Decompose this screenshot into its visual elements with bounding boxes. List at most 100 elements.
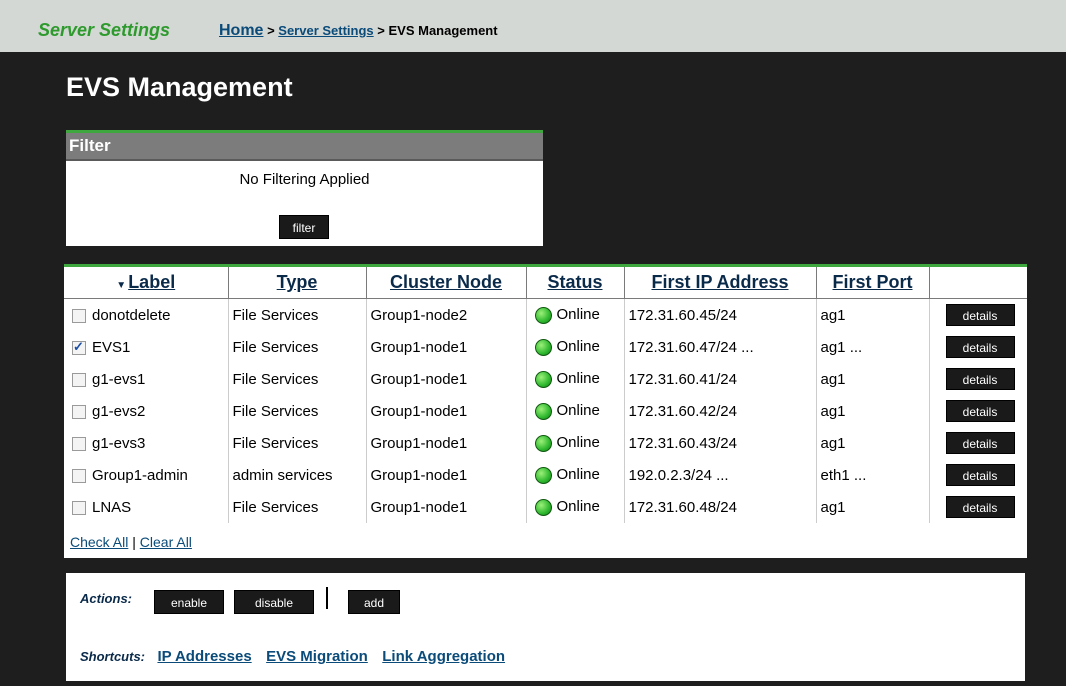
breadcrumb: Home > Server Settings > EVS Management (219, 22, 498, 40)
column-header-actions (929, 267, 1027, 299)
cell-status: Online (526, 459, 625, 491)
cell-type: File Services (228, 395, 367, 427)
top-bar: Server Settings Home > Server Settings >… (0, 0, 1066, 52)
filter-panel: Filter No Filtering Applied filter (66, 130, 543, 246)
cell-status: Online (526, 491, 625, 523)
status-text: Online (556, 370, 600, 388)
status-online-icon (534, 370, 552, 388)
details-button[interactable]: details (945, 400, 1015, 422)
column-header-first-ip[interactable]: First IP Address (624, 267, 817, 299)
cell-cluster-node: Group1-node1 (366, 363, 527, 395)
cell-actions: details (929, 395, 1027, 427)
cell-cluster-node: Group1-node1 (366, 459, 527, 491)
status-online-icon (534, 498, 552, 516)
shortcut-ip-addresses-link[interactable]: IP Addresses (157, 648, 251, 665)
status-text: Online (556, 498, 600, 516)
cell-first-port: ag1 ... (816, 331, 930, 363)
breadcrumb-current: EVS Management (388, 23, 498, 38)
evs-label: Group1-admin (92, 466, 188, 484)
status-online-icon (534, 466, 552, 484)
page-title: EVS Management (66, 72, 293, 102)
column-header-text: First IP Address (651, 272, 789, 292)
cell-first-ip: 172.31.60.48/24 (624, 491, 817, 523)
cell-label: donotdelete (64, 298, 229, 331)
column-header-first-port[interactable]: First Port (816, 267, 930, 299)
shortcuts-label: Shortcuts: (80, 649, 145, 664)
column-header-label[interactable]: ▼ Label (64, 267, 229, 299)
cell-actions: details (929, 299, 1027, 332)
cell-first-ip: 172.31.60.43/24 (624, 427, 817, 459)
cell-actions: details (929, 459, 1027, 491)
shortcut-link-aggregation-link[interactable]: Link Aggregation (382, 648, 505, 665)
cell-actions: details (929, 331, 1027, 363)
cell-first-port: ag1 (816, 298, 930, 331)
cell-type: File Services (228, 363, 367, 395)
enable-button[interactable]: enable (154, 590, 224, 614)
table-header-row: ▼ Label Type Cluster Node Status First IP… (64, 267, 1027, 299)
column-header-status[interactable]: Status (526, 267, 625, 299)
details-button[interactable]: details (945, 368, 1015, 390)
breadcrumb-server-settings-link[interactable]: Server Settings (278, 23, 373, 38)
table-row: g1-evs2 File Services Group1-node1 Online 17… (64, 395, 1027, 427)
cell-first-port: eth1 ... (816, 459, 930, 491)
actions-divider (326, 587, 328, 609)
cell-actions: details (929, 427, 1027, 459)
row-checkbox[interactable] (72, 436, 86, 451)
cell-actions: details (929, 363, 1027, 395)
check-all-link[interactable]: Check All (70, 534, 128, 550)
check-links-divider: | (128, 534, 140, 550)
row-checkbox[interactable] (72, 468, 86, 483)
actions-label: Actions: (80, 591, 132, 606)
actions-panel: Actions: enable disable add Shortcuts: I… (66, 573, 1025, 681)
clear-all-link[interactable]: Clear All (140, 534, 192, 550)
cell-first-port: ag1 (816, 363, 930, 395)
table-row: donotdelete File Services Group1-node2 Onli… (64, 298, 1027, 332)
column-header-type[interactable]: Type (228, 267, 367, 299)
details-button[interactable]: details (945, 496, 1015, 518)
details-button[interactable]: details (945, 336, 1015, 358)
cell-status: Online (526, 395, 625, 427)
sort-desc-icon: ▼ (116, 280, 127, 291)
evs-table-panel: ▼ Label Type Cluster Node Status First IP… (64, 264, 1027, 558)
row-checkbox[interactable] (72, 339, 86, 355)
cell-type: File Services (228, 491, 367, 523)
filter-button[interactable]: filter (279, 215, 329, 239)
cell-label: g1-evs1 (64, 363, 229, 395)
details-button[interactable]: details (945, 432, 1015, 454)
details-button[interactable]: details (945, 464, 1015, 486)
column-header-text: Label (128, 272, 176, 292)
status-online-icon (534, 402, 552, 420)
cell-cluster-node: Group1-node1 (366, 491, 527, 523)
column-header-text: Cluster Node (389, 272, 503, 292)
evs-label: g1-evs2 (92, 402, 146, 420)
shortcut-evs-migration-link[interactable]: EVS Migration (266, 648, 368, 665)
column-header-cluster-node[interactable]: Cluster Node (366, 267, 527, 299)
row-checkbox[interactable] (72, 308, 86, 323)
evs-label: g1-evs1 (92, 370, 146, 388)
details-button[interactable]: details (945, 304, 1015, 326)
cell-label: LNAS (64, 491, 229, 523)
cell-first-ip: 172.31.60.47/24 ... (624, 331, 817, 363)
cell-status: Online (526, 427, 625, 459)
cell-first-ip: 172.31.60.41/24 (624, 363, 817, 395)
row-checkbox[interactable] (72, 500, 86, 515)
row-checkbox[interactable] (72, 404, 86, 419)
table-row: g1-evs1 File Services Group1-node1 Online 17… (64, 363, 1027, 395)
status-online-icon (534, 306, 552, 324)
status-online-icon (534, 434, 552, 452)
cell-cluster-node: Group1-node1 (366, 331, 527, 363)
cell-label: Group1-admin (64, 459, 229, 491)
disable-button[interactable]: disable (234, 590, 314, 614)
row-checkbox[interactable] (72, 372, 86, 387)
cell-type: File Services (228, 331, 367, 363)
cell-type: File Services (228, 298, 367, 331)
add-button[interactable]: add (348, 590, 400, 614)
status-text: Online (556, 434, 600, 452)
table-row: EVS1 File ServicesGroup1-node1 Online 172.3… (64, 331, 1027, 363)
evs-label: LNAS (92, 498, 132, 516)
status-text: Online (556, 338, 600, 356)
evs-table: ▼ Label Type Cluster Node Status First IP… (64, 267, 1027, 523)
evs-label: EVS1 (92, 338, 131, 356)
breadcrumb-home-link[interactable]: Home (219, 22, 263, 39)
cell-first-ip: 192.0.2.3/24 ... (624, 459, 817, 491)
